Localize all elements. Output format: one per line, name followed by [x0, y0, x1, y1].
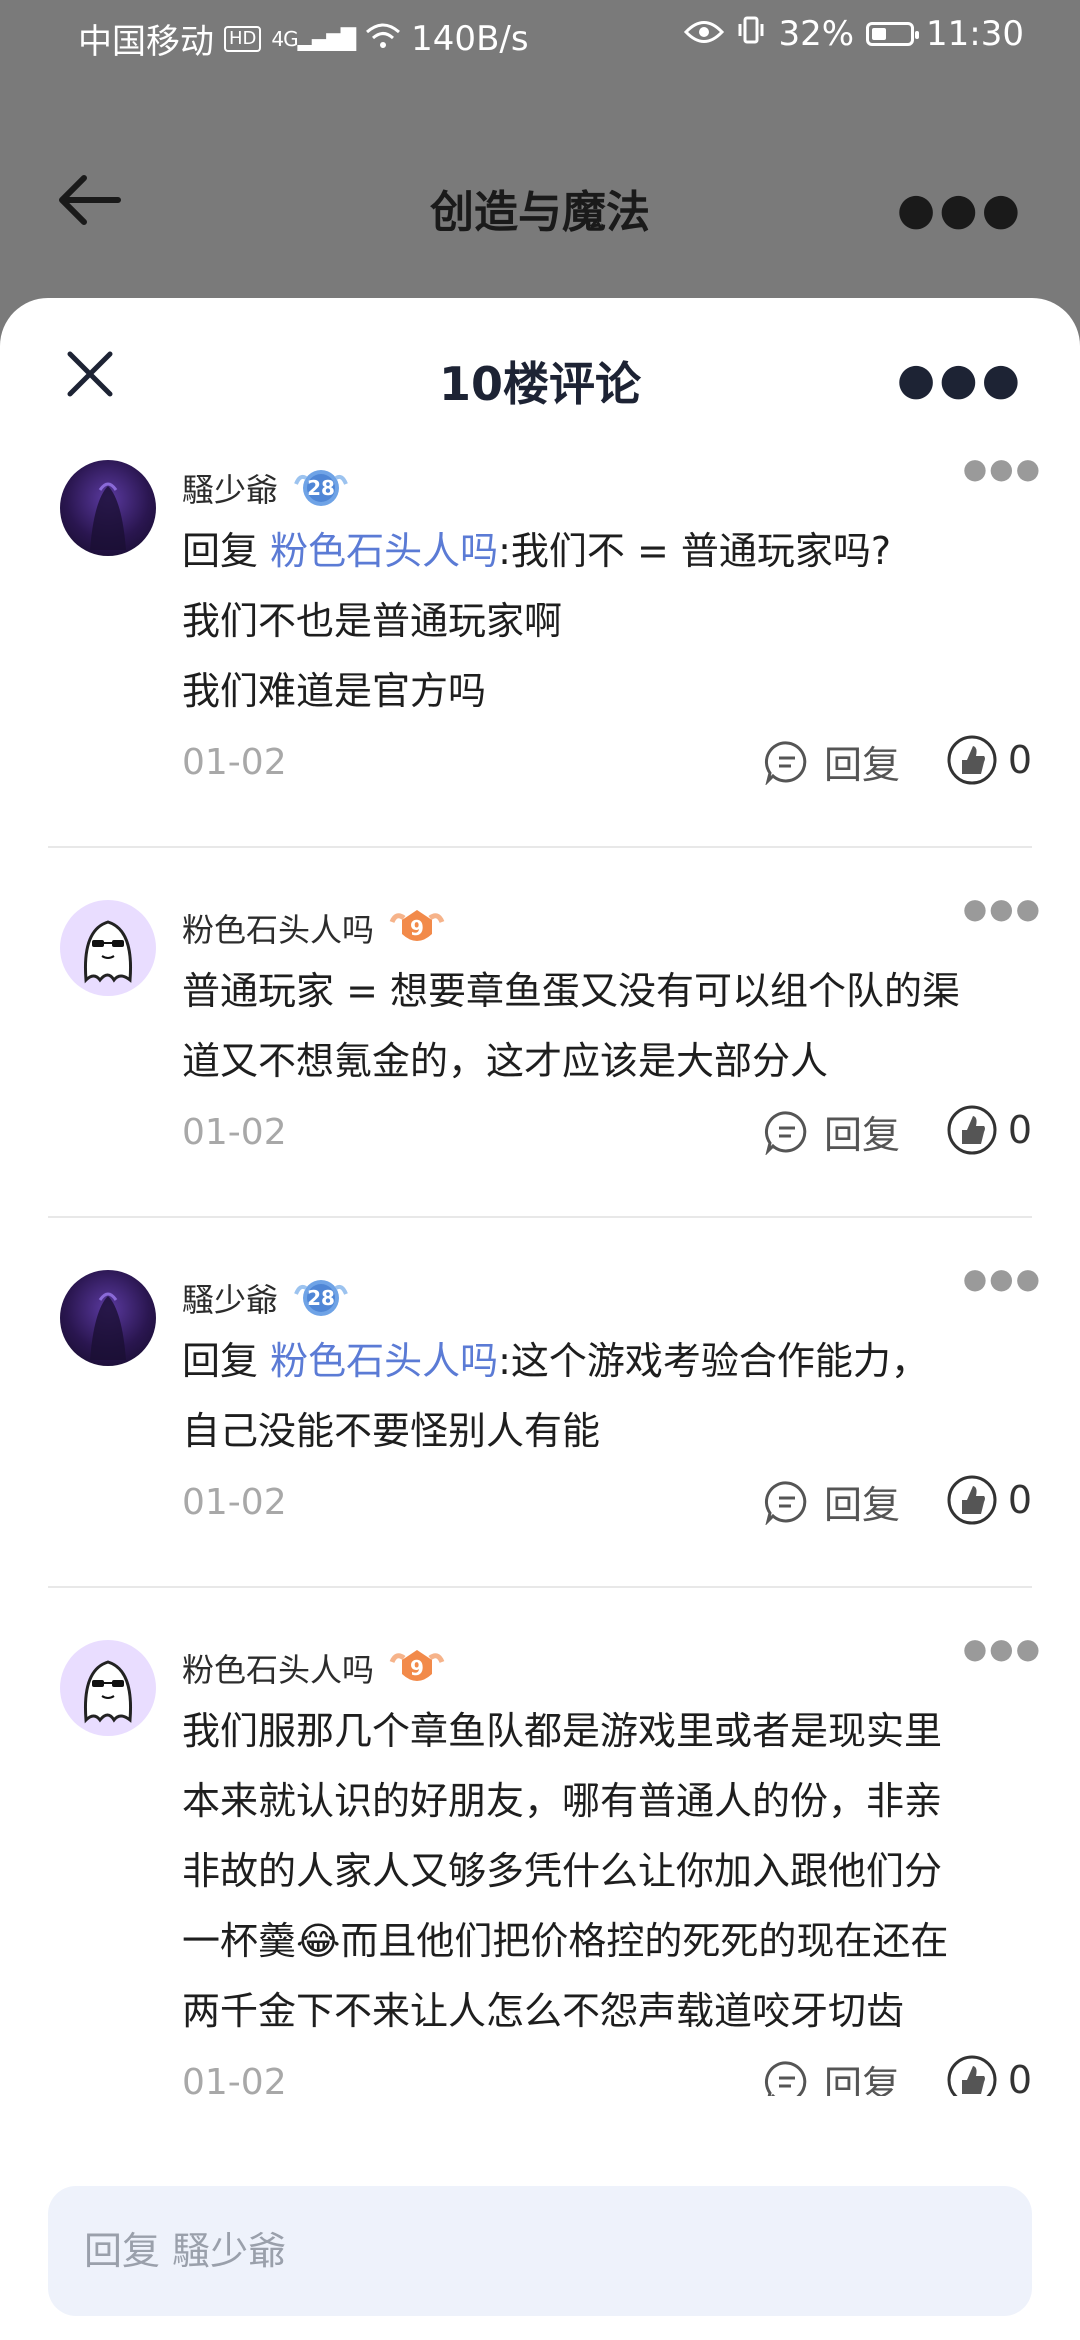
thumb-up-icon: [947, 1105, 997, 1155]
level-number: 28: [307, 1286, 335, 1310]
level-badge-icon: 28: [292, 1274, 350, 1322]
comment-text: 回复 粉色石头人吗:我们不 = 普通玩家吗? 我们不也是普通玩家啊 我们难道是官…: [182, 516, 1032, 726]
status-bar: 中国移动 HD 4G▂▄▆█ 140B/s 32% 11:30: [0, 0, 1080, 76]
clock: 11:30: [926, 14, 1024, 54]
avatar[interactable]: [60, 460, 156, 556]
battery-icon: [866, 22, 920, 46]
comment-bubble-icon: [764, 1480, 807, 1525]
like-button[interactable]: 0: [946, 734, 1032, 786]
username[interactable]: 騷少爺: [182, 1275, 278, 1321]
comment-list[interactable]: ●●● 騷少爺 28 回复 粉色石头人吗:我们不 = 普通玩家吗? 我们不也是普…: [0, 448, 1080, 2096]
wifi-icon: [365, 19, 401, 59]
reply-button[interactable]: 回复: [764, 1104, 900, 1159]
eye-icon: [684, 14, 725, 54]
thumb-up-icon: [947, 1475, 997, 1525]
vibrate-icon: [736, 14, 766, 54]
comment-bubble-icon: [764, 740, 807, 785]
reply-label: 回复: [823, 2063, 900, 2096]
reply-prefix: 回复: [182, 529, 259, 573]
reply-button[interactable]: 回复: [764, 734, 900, 789]
app-bar: 创造与魔法 ●●●: [0, 130, 1080, 270]
comment-more-icon[interactable]: ●●●: [963, 892, 1042, 925]
mention-link[interactable]: 粉色石头人吗: [270, 529, 498, 573]
comment-bubble-icon: [764, 1110, 807, 1155]
comment-text: 回复 粉色石头人吗:这个游戏考验合作能力， 自己没能不要怪别人有能: [182, 1326, 1032, 1466]
comment-more-icon[interactable]: ●●●: [963, 1632, 1042, 1665]
username[interactable]: 騷少爺: [182, 465, 278, 511]
reply-label: 回复: [823, 743, 900, 787]
network-type: 4G: [271, 26, 298, 51]
like-count: 0: [1007, 738, 1032, 782]
reply-button[interactable]: 回复: [764, 2054, 900, 2096]
level-number: 9: [410, 1656, 424, 1680]
carrier-label: 中国移动: [78, 22, 214, 62]
like-button[interactable]: 0: [946, 1474, 1032, 1526]
comment-more-icon[interactable]: ●●●: [963, 452, 1042, 485]
comment-date: 01-02: [182, 2062, 287, 2096]
comment-item: ●●● 粉色石头人吗 9 我们服那几个章鱼队都是游戏里或者是现实里 本来就认识的…: [0, 1628, 1080, 2096]
avatar[interactable]: [60, 1640, 156, 1736]
comment-text: 普通玩家 = 想要章鱼蛋又没有可以组个队的渠 道又不想氪金的，这才应该是大部分人: [182, 969, 961, 1083]
reply-input[interactable]: [48, 2186, 1032, 2316]
comment-item: ●●● 粉色石头人吗 9 普通玩家 = 想要章鱼蛋又没有可以组个队的渠 道又不想…: [0, 888, 1080, 1218]
thumb-up-icon: [947, 735, 997, 785]
comment-date: 01-02: [182, 1112, 287, 1153]
reply-prefix: 回复: [182, 1339, 259, 1383]
comment-more-icon[interactable]: ●●●: [963, 1262, 1042, 1295]
reply-button[interactable]: 回复: [764, 1474, 900, 1529]
comment-item: ●●● 騷少爺 28 回复 粉色石头人吗:这个游戏考验合作能力， 自己没能不要怪…: [0, 1258, 1080, 1588]
battery-percent: 32%: [778, 14, 855, 54]
level-badge-icon: 9: [388, 1644, 446, 1692]
like-count: 0: [1007, 1478, 1032, 1522]
level-badge-icon: 28: [292, 464, 350, 512]
comment-sheet: 10楼评论 ●●● ●●● 騷少爺 28 回复 粉色石头人吗:我们不 = 普通玩…: [0, 298, 1080, 2340]
more-horizontal-icon[interactable]: ●●●: [897, 184, 1024, 235]
hd-icon: HD: [224, 25, 262, 52]
like-count: 0: [1007, 2058, 1032, 2096]
comment-item: ●●● 騷少爺 28 回复 粉色石头人吗:我们不 = 普通玩家吗? 我们不也是普…: [0, 448, 1080, 848]
comment-bubble-icon: [764, 2060, 807, 2096]
sheet-header: 10楼评论 ●●●: [0, 298, 1080, 448]
like-count: 0: [1007, 1108, 1032, 1152]
username[interactable]: 粉色石头人吗: [182, 905, 374, 951]
level-number: 28: [307, 476, 335, 500]
level-badge-icon: 9: [388, 904, 446, 952]
level-number: 9: [410, 916, 424, 940]
like-button[interactable]: 0: [946, 1104, 1032, 1156]
comment-date: 01-02: [182, 742, 287, 783]
network-speed: 140B/s: [411, 18, 529, 59]
divider: [48, 1586, 1032, 1588]
more-horizontal-icon[interactable]: ●●●: [897, 354, 1024, 405]
thumb-up-icon: [947, 2055, 997, 2096]
signal-icon: 4G▂▄▆█: [271, 26, 356, 51]
like-button[interactable]: 0: [946, 2054, 1032, 2096]
avatar[interactable]: [60, 900, 156, 996]
reply-label: 回复: [823, 1113, 900, 1157]
comment-text: 我们服那几个章鱼队都是游戏里或者是现实里 本来就认识的好朋友，哪有普通人的份，非…: [182, 1709, 949, 2033]
comment-date: 01-02: [182, 1482, 287, 1523]
avatar[interactable]: [60, 1270, 156, 1366]
reply-label: 回复: [823, 1483, 900, 1527]
divider: [48, 846, 1032, 848]
divider: [48, 1216, 1032, 1218]
mention-link[interactable]: 粉色石头人吗: [270, 1339, 498, 1383]
username[interactable]: 粉色石头人吗: [182, 1645, 374, 1691]
